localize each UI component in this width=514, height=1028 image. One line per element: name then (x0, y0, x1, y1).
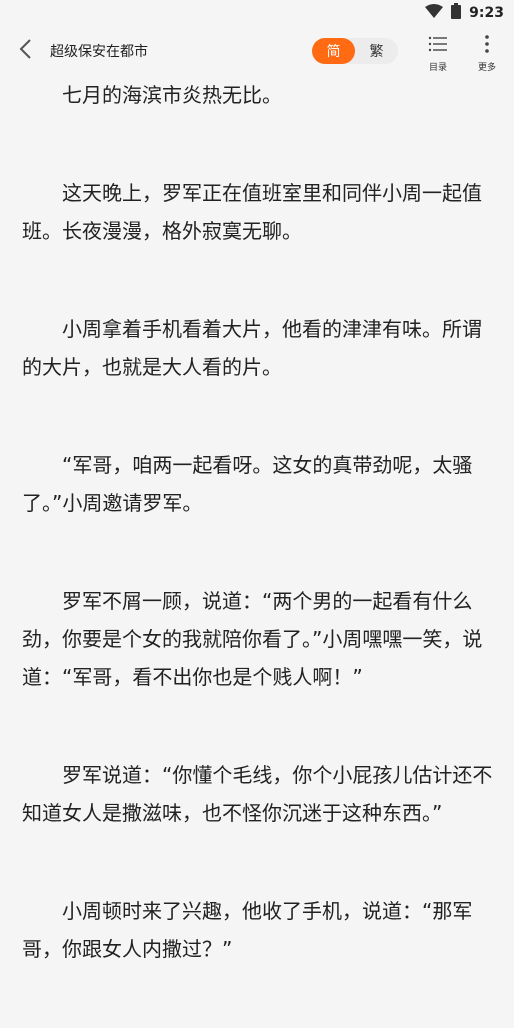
paragraph: 小周顿时来了兴趣，他收了手机，说道：“那军哥，你跟女人内撒过？” (22, 899, 473, 961)
simplified-button[interactable]: 简 (312, 38, 355, 64)
status-bar: 9:23 (0, 0, 514, 26)
paragraph: 罗军不屑一顾，说道：“两个男的一起看有什么劲，你要是个女的我就陪你看了。”小周嘿… (22, 589, 483, 689)
toc-label: 目录 (428, 63, 447, 73)
script-toggle: 简 繁 (312, 38, 398, 64)
reader-content: 七月的海滨市炎热无比。 这天晚上，罗军正在值班室里和同伴小周一起值班。长夜漫漫，… (22, 76, 500, 1028)
paragraph: 罗军说道：“你懂个毛线，你个小屁孩儿估计还不知道女人是撒滋味，也不怪你沉迷于这种… (22, 763, 493, 825)
chevron-left-icon (18, 38, 32, 64)
toc-button[interactable]: 目录 (420, 32, 456, 73)
battery-icon (451, 3, 462, 23)
status-time: 9:23 (469, 5, 504, 21)
book-title: 超级保安在都市 (50, 44, 148, 60)
more-label: 更多 (477, 63, 496, 73)
list-icon (420, 32, 456, 56)
paragraph: 这天晚上，罗军正在值班室里和同伴小周一起值班。长夜漫漫，格外寂寞无聊。 (22, 181, 482, 243)
reader-header: 超级保安在都市 简 繁 目录 更多 (0, 26, 514, 76)
paragraph: 小周拿着手机看着大片，他看的津津有味。所谓的大片，也就是大人看的片。 (22, 317, 482, 379)
back-button[interactable] (14, 38, 36, 64)
status-icons: 9:23 (425, 3, 504, 23)
paragraph: “军哥，咱两一起看呀。这女的真带劲呢，太骚了。”小周邀请罗军。 (22, 453, 473, 515)
more-vertical-icon (469, 32, 505, 56)
wifi-icon (425, 4, 444, 22)
traditional-button[interactable]: 繁 (355, 38, 398, 64)
paragraph: 七月的海滨市炎热无比。 (62, 83, 282, 107)
more-button[interactable]: 更多 (469, 32, 505, 73)
